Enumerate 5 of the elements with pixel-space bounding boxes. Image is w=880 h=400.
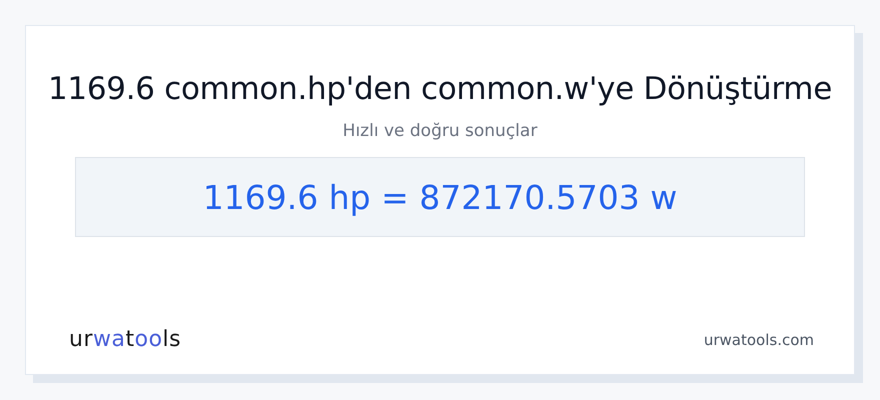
logo: urwatools xyxy=(69,327,182,352)
page-title: 1169.6 common.hp'den common.w'ye Dönüştürme xyxy=(48,71,832,107)
result-panel: 1169.6 hp = 872170.5703 w xyxy=(75,157,805,237)
site-link[interactable]: urwatools.com xyxy=(704,330,814,348)
subtitle: Hızlı ve doğru sonuçlar xyxy=(342,121,538,141)
